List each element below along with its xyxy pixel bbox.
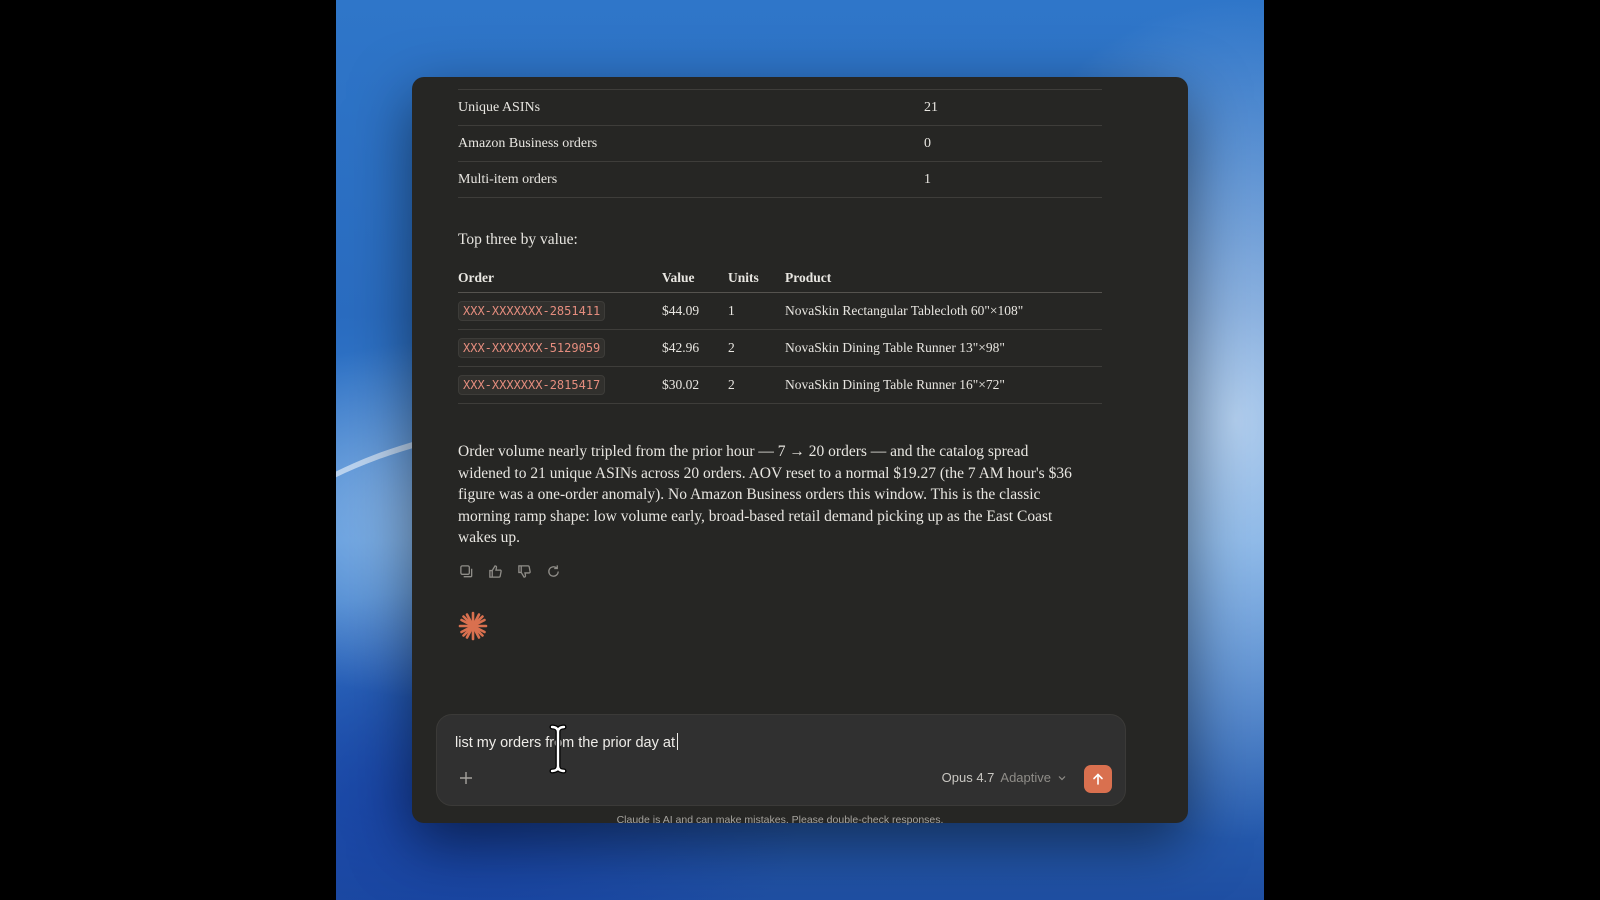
message-composer[interactable]: list my orders from the prior day at Opu… — [436, 714, 1126, 806]
order-value: $42.96 — [662, 340, 700, 355]
table-row: Multi-item orders 1 — [458, 162, 1102, 198]
order-product: NovaSkin Rectangular Tablecloth 60"×108" — [785, 303, 1024, 318]
table-row: XXX-XXXXXXX-5129059 $42.96 2 NovaSkin Di… — [458, 330, 1102, 367]
summary-paragraph: Order volume nearly tripled from the pri… — [458, 443, 1072, 546]
table-row: Unique ASINs 21 — [458, 90, 1102, 126]
table-row: XXX-XXXXXXX-2815417 $30.02 2 NovaSkin Di… — [458, 367, 1102, 404]
text-caret — [677, 733, 678, 750]
send-button[interactable] — [1084, 765, 1112, 793]
table-header-row: Order Value Units Product — [458, 263, 1102, 293]
order-units: 1 — [728, 303, 735, 318]
summary-value: 0 — [924, 135, 931, 151]
claude-spark-icon — [458, 611, 488, 641]
header-order: Order — [458, 269, 494, 285]
retry-icon[interactable] — [545, 563, 562, 580]
orders-table: Order Value Units Product XXX-XXXXXXX-28… — [458, 263, 1102, 404]
copy-icon[interactable] — [458, 563, 475, 580]
table-row: Amazon Business orders 0 — [458, 126, 1102, 162]
order-product: NovaSkin Dining Table Runner 16"×72" — [785, 377, 1005, 392]
table-row: XXX-XXXXXXX-2851411 $44.09 1 NovaSkin Re… — [458, 293, 1102, 330]
summary-value: 21 — [924, 99, 938, 115]
order-product: NovaSkin Dining Table Runner 13"×98" — [785, 340, 1005, 355]
summary-label: Multi-item orders — [458, 171, 558, 187]
order-units: 2 — [728, 340, 735, 355]
summary-table: Unique ASINs 21 Amazon Business orders 0… — [458, 89, 1102, 198]
arrow-up-icon — [1093, 773, 1103, 785]
order-id: XXX-XXXXXXX-2851411 — [458, 301, 606, 321]
top-three-heading: Top three by value: — [458, 231, 578, 248]
model-mode: Adaptive — [1000, 770, 1051, 785]
thumbs-down-icon[interactable] — [516, 563, 533, 580]
summary-value: 1 — [924, 171, 931, 187]
order-id: XXX-XXXXXXX-2815417 — [458, 375, 606, 395]
chat-window: Unique ASINs 21 Amazon Business orders 0… — [412, 77, 1188, 823]
plus-icon[interactable] — [455, 767, 477, 789]
message-actions — [458, 563, 562, 580]
model-selector[interactable]: Opus 4.7 Adaptive — [942, 770, 1067, 785]
order-units: 2 — [728, 377, 735, 392]
summary-label: Amazon Business orders — [458, 135, 598, 151]
summary-label: Unique ASINs — [458, 99, 541, 115]
header-product: Product — [785, 269, 832, 285]
header-units: Units — [728, 269, 759, 285]
chevron-down-icon — [1058, 775, 1066, 780]
model-name: Opus 4.7 — [941, 770, 995, 785]
order-value: $44.09 — [662, 303, 700, 318]
order-value: $30.02 — [662, 377, 700, 392]
text-cursor-icon — [549, 724, 567, 774]
header-value: Value — [662, 269, 695, 285]
thumbs-up-icon[interactable] — [487, 563, 504, 580]
disclaimer-text: Claude is AI and can make mistakes. Plea… — [616, 814, 944, 826]
order-id: XXX-XXXXXXX-5129059 — [458, 338, 606, 358]
